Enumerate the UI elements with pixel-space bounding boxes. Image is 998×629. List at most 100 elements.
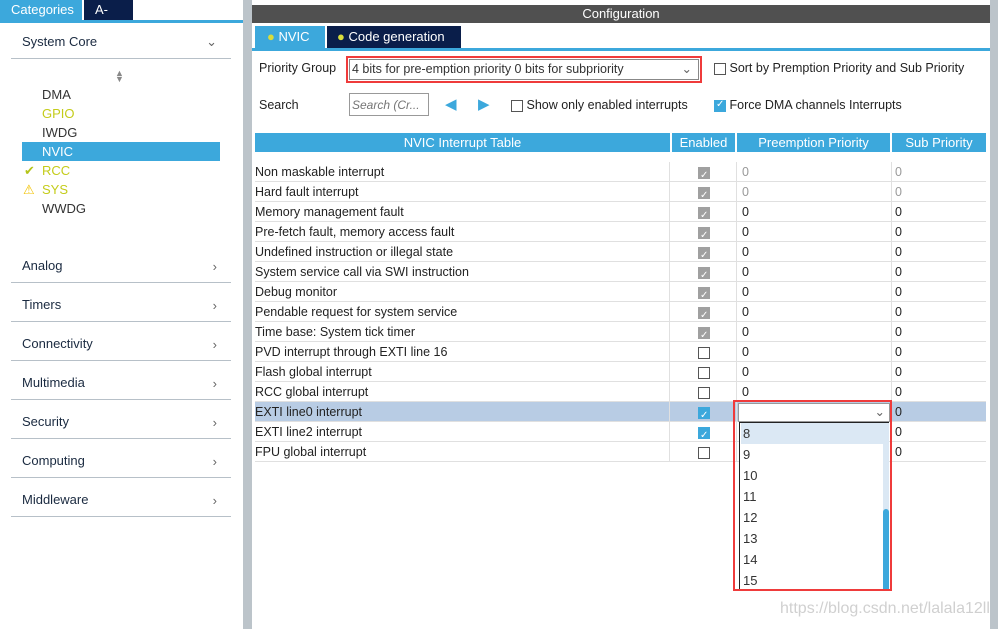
enabled-checkbox[interactable]: [698, 426, 710, 446]
priority-group-select[interactable]: 4 bits for pre-emption priority 0 bits f…: [349, 59, 699, 80]
chevron-down-icon: ⌄: [681, 62, 692, 76]
sub-priority-cell[interactable]: 0: [894, 222, 986, 242]
sub-priority-cell[interactable]: 0: [894, 282, 986, 302]
table-row[interactable]: PVD interrupt through EXTI line 16 0 0: [255, 342, 986, 362]
category-system-core[interactable]: System Core ⌄: [11, 20, 231, 59]
preemption-priority-cell[interactable]: 0: [739, 302, 892, 322]
enabled-checkbox[interactable]: [698, 266, 710, 286]
preemption-priority-cell[interactable]: 0: [739, 222, 892, 242]
table-row[interactable]: RCC global interrupt 0 0: [255, 382, 986, 402]
tab-a-z[interactable]: A->Z: [84, 0, 133, 36]
sort-checkbox[interactable]: Sort by Premption Priority and Sub Prior…: [714, 61, 964, 75]
show-enabled-checkbox[interactable]: Show only enabled interrupts: [511, 98, 688, 112]
sidebar-item-sys[interactable]: ⚠ SYS: [22, 180, 220, 199]
checkbox[interactable]: [714, 99, 726, 112]
sub-priority-cell[interactable]: 0: [894, 422, 986, 442]
enabled-checkbox[interactable]: [698, 386, 710, 399]
preemption-priority-cell[interactable]: 0: [739, 182, 892, 202]
sub-priority-cell[interactable]: 0: [894, 262, 986, 282]
enabled-cell: [672, 302, 737, 326]
enabled-checkbox[interactable]: [698, 166, 710, 186]
sub-priority-cell[interactable]: 0: [894, 162, 986, 182]
table-row[interactable]: Memory management fault 00: [255, 202, 986, 226]
sidebar-item-rcc[interactable]: ✔ RCC: [22, 161, 220, 180]
table-row[interactable]: Pre-fetch fault, memory access fault 00: [255, 222, 986, 246]
scrollbar[interactable]: [990, 0, 998, 629]
column-header-name[interactable]: NVIC Interrupt Table: [255, 133, 670, 152]
table-row[interactable]: Undefined instruction or illegal state 00: [255, 242, 986, 266]
sidebar-item-nvic[interactable]: NVIC: [22, 142, 220, 161]
enabled-checkbox[interactable]: [698, 326, 710, 346]
enabled-checkbox[interactable]: [698, 366, 710, 379]
category-computing[interactable]: Computing ›: [11, 439, 231, 478]
sub-priority-cell[interactable]: 0: [894, 202, 986, 222]
category-label: Connectivity: [22, 336, 93, 351]
previous-icon[interactable]: ◀: [445, 95, 457, 113]
preemption-priority-cell[interactable]: 0: [739, 342, 892, 362]
sidebar-item-wwdg[interactable]: WWDG: [22, 199, 220, 218]
column-header-sub[interactable]: Sub Priority: [892, 133, 986, 152]
search-input[interactable]: [349, 93, 429, 116]
configuration-title: Configuration: [252, 5, 990, 23]
enabled-cell: [672, 422, 737, 446]
category-label: Middleware: [22, 492, 89, 507]
enabled-checkbox[interactable]: [698, 446, 710, 459]
sub-priority-cell[interactable]: 0: [894, 342, 986, 362]
chevron-right-icon: ›: [212, 298, 217, 313]
sub-priority-cell[interactable]: 0: [894, 362, 986, 382]
sidebar-item-dma[interactable]: DMA: [22, 85, 220, 104]
checkbox[interactable]: [714, 62, 726, 75]
table-row[interactable]: System service call via SWI instruction 0…: [255, 262, 986, 286]
preemption-priority-cell[interactable]: 0: [739, 262, 892, 282]
enabled-checkbox[interactable]: [698, 406, 710, 426]
enabled-cell: [672, 442, 737, 462]
table-row[interactable]: Hard fault interrupt 00: [255, 182, 986, 206]
preemption-priority-cell[interactable]: 0: [739, 382, 892, 402]
preemption-priority-cell[interactable]: 0: [739, 242, 892, 262]
sub-priority-cell[interactable]: 0: [894, 242, 986, 262]
preemption-priority-cell[interactable]: 0: [739, 202, 892, 222]
enabled-checkbox[interactable]: [698, 246, 710, 266]
preemption-priority-cell[interactable]: 0: [739, 162, 892, 182]
category-timers[interactable]: Timers ›: [11, 283, 231, 322]
table-row[interactable]: Flash global interrupt 0 0: [255, 362, 986, 382]
column-header-preemption[interactable]: Preemption Priority: [737, 133, 890, 152]
sub-priority-cell[interactable]: 0: [894, 302, 986, 322]
enabled-checkbox[interactable]: [698, 346, 710, 359]
tab-categories[interactable]: Categories: [0, 0, 82, 20]
enabled-checkbox[interactable]: [698, 286, 710, 306]
sub-priority-cell[interactable]: 0: [894, 382, 986, 402]
enabled-checkbox[interactable]: [698, 306, 710, 326]
preemption-priority-cell[interactable]: 0: [739, 282, 892, 302]
category-analog[interactable]: Analog ›: [11, 244, 231, 283]
table-row[interactable]: Debug monitor 00: [255, 282, 986, 306]
category-connectivity[interactable]: Connectivity ›: [11, 322, 231, 361]
checkbox[interactable]: [511, 99, 523, 112]
sub-priority-cell[interactable]: 0: [894, 182, 986, 202]
category-label: System Core: [22, 34, 98, 49]
table-row[interactable]: Non maskable interrupt 00: [255, 162, 986, 186]
tab-code-generation[interactable]: ● Code generation: [327, 26, 461, 48]
sub-priority-cell[interactable]: 0: [894, 402, 986, 422]
force-dma-checkbox[interactable]: Force DMA channels Interrupts: [714, 98, 902, 112]
enabled-checkbox[interactable]: [698, 186, 710, 206]
table-row[interactable]: Time base: System tick timer 00: [255, 322, 986, 346]
sidebar-item-gpio[interactable]: GPIO: [22, 104, 220, 123]
categories-panel: Categories A->Z System Core ⌄ ▲ ▼ DMA GPIO I…: [0, 0, 243, 629]
sort-icon[interactable]: ▲ ▼: [115, 69, 124, 84]
category-label: Timers: [22, 297, 62, 312]
category-security[interactable]: Security ›: [11, 400, 231, 439]
tab-nvic[interactable]: ● NVIC: [255, 26, 325, 48]
column-header-enabled[interactable]: Enabled: [672, 133, 735, 152]
enabled-checkbox[interactable]: [698, 226, 710, 246]
next-icon[interactable]: ▶: [478, 95, 490, 113]
enabled-checkbox[interactable]: [698, 206, 710, 226]
preemption-priority-cell[interactable]: 0: [739, 322, 892, 342]
category-middleware[interactable]: Middleware ›: [11, 478, 231, 517]
table-row[interactable]: Pendable request for system service 00: [255, 302, 986, 326]
preemption-priority-cell[interactable]: 0: [739, 362, 892, 382]
sidebar-item-iwdg[interactable]: IWDG: [22, 123, 220, 142]
category-multimedia[interactable]: Multimedia ›: [11, 361, 231, 400]
sub-priority-cell[interactable]: 0: [894, 322, 986, 342]
sub-priority-cell[interactable]: 0: [894, 442, 986, 462]
